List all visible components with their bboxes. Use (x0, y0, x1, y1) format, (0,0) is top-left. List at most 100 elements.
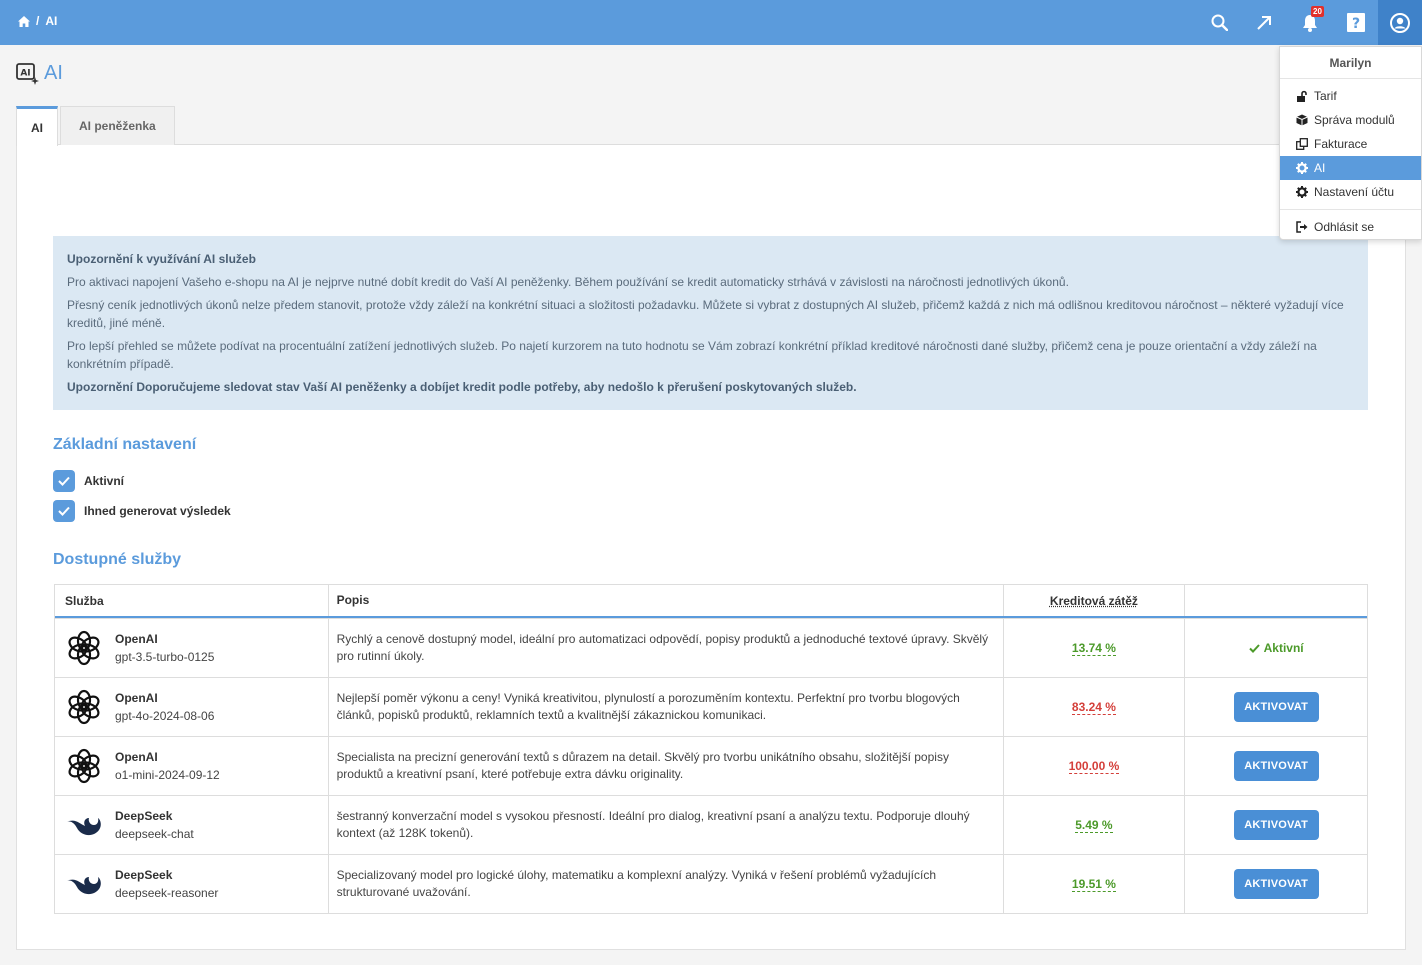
user-dropdown-menu: Marilyn Tarif Správa modulů Fakturace AI… (1279, 46, 1422, 240)
info-alert: Upozornění k využívání AI služeb Pro akt… (53, 236, 1368, 410)
alert-paragraph: Pro lepší přehled se můžete podívat na p… (67, 339, 1317, 371)
menu-item-label: AI (1314, 161, 1326, 175)
service-provider: OpenAI (115, 632, 158, 646)
menu-item-account-settings[interactable]: Nastavení účtu (1280, 180, 1421, 204)
service-description: Nejlepší poměr výkonu a ceny! Vyniká kre… (327, 678, 1003, 736)
credit-load[interactable]: 19.51 % (1071, 877, 1116, 892)
service-model: gpt-4o-2024-08-06 (115, 709, 215, 723)
tab-ai-wallet[interactable]: AI peněženka (60, 106, 175, 145)
menu-item-billing[interactable]: Fakturace (1280, 132, 1421, 156)
page-title: AI AI (16, 62, 63, 85)
credit-load[interactable]: 83.24 % (1071, 700, 1116, 715)
menu-item-label: Tarif (1314, 89, 1337, 103)
check-icon (58, 506, 70, 516)
settings-title: Základní nastavení (53, 436, 197, 453)
column-header-desc: Popis (327, 585, 1003, 616)
tab-ai[interactable]: AI (16, 106, 58, 146)
openai-logo-icon (68, 630, 100, 666)
activate-button[interactable]: AKTIVOVAT (1233, 869, 1319, 899)
table-header: Služba Popis Kreditová zátěž (55, 585, 1367, 618)
alert-paragraph: Pro aktivaci napojení Vašeho e-shopu na … (67, 275, 1069, 289)
open-external-button[interactable] (1241, 0, 1287, 45)
table-row: DeepSeek deepseek-chat šestranný konverza… (55, 795, 1367, 854)
services-table: Služba Popis Kreditová zátěž OpenAI gpt-3… (54, 584, 1368, 914)
breadcrumb-current[interactable]: AI (45, 14, 57, 28)
service-provider: DeepSeek (115, 809, 173, 823)
alert-warning: Upozornění Doporučujeme sledovat stav Va… (67, 380, 857, 394)
gear-icon (1296, 186, 1308, 198)
openai-logo-icon (68, 689, 100, 725)
notification-badge: 20 (1311, 6, 1324, 17)
generate-label: Ihned generovat výsledek (84, 504, 231, 518)
activate-button[interactable]: AKTIVOVAT (1233, 810, 1319, 840)
search-icon (1211, 14, 1228, 31)
menu-item-logout[interactable]: Odhlásit se (1280, 215, 1421, 239)
tab-bar: AI AI peněženka (16, 106, 175, 146)
notifications-button[interactable]: 20 (1287, 0, 1333, 45)
activate-button[interactable]: AKTIVOVAT (1233, 692, 1319, 722)
menu-item-ai[interactable]: AI (1280, 156, 1421, 180)
service-provider: OpenAI (115, 750, 158, 764)
openai-logo-icon (68, 748, 100, 784)
menu-item-label: Odhlásit se (1314, 220, 1375, 234)
breadcrumb-separator: / (36, 14, 40, 28)
activate-button[interactable]: AKTIVOVAT (1233, 751, 1319, 781)
credit-load[interactable]: 5.49 % (1075, 818, 1113, 833)
deepseek-logo-icon (67, 877, 101, 895)
table-row: DeepSeek deepseek-reasoner Specializovaný… (55, 854, 1367, 913)
home-icon[interactable] (18, 15, 30, 27)
user-menu-button[interactable] (1378, 0, 1422, 45)
help-button[interactable]: ? (1333, 0, 1379, 45)
generate-checkbox[interactable] (53, 500, 75, 522)
service-description: Specialista na precizní generování textů… (327, 737, 1003, 795)
active-label: Aktivní (84, 474, 125, 488)
menu-item-tarif[interactable]: Tarif (1280, 84, 1421, 108)
breadcrumb: / AI (18, 14, 57, 28)
service-model: o1-mini-2024-09-12 (115, 768, 220, 782)
sign-out-icon (1296, 221, 1308, 233)
arrow-up-right-icon (1257, 15, 1271, 30)
service-description: Rychlý a cenově dostupný model, ideální … (327, 619, 1003, 677)
cube-icon (1296, 114, 1308, 126)
menu-username: Marilyn (1280, 47, 1421, 79)
svg-text:AI: AI (20, 68, 30, 78)
unlock-icon (1297, 90, 1307, 102)
table-row: OpenAI o1-mini-2024-09-12 Specialista na … (55, 736, 1367, 795)
menu-item-modules[interactable]: Správa modulů (1280, 108, 1421, 132)
credit-load[interactable]: 13.74 % (1071, 641, 1116, 656)
user-circle-icon (1390, 12, 1410, 33)
search-button[interactable] (1196, 0, 1242, 45)
service-provider: OpenAI (115, 691, 158, 705)
service-description: Specializovaný model pro logické úlohy, … (327, 855, 1003, 913)
services-title: Dostupné služby (53, 551, 182, 568)
page-title-text: AI (44, 62, 63, 84)
service-model: deepseek-reasoner (115, 886, 219, 900)
table-row: OpenAI gpt-3.5-turbo-0125 Rychlý a cenově… (55, 618, 1367, 677)
top-bar: / AI 20 ? (0, 0, 1422, 45)
column-header-load: Kreditová zátěž (1002, 585, 1185, 616)
alert-paragraph: Přesný ceník jednotlivých úkonů nelze př… (67, 298, 1344, 330)
deepseek-logo-icon (67, 818, 101, 836)
active-status-label: Aktivní (1263, 641, 1304, 655)
alert-heading: Upozornění k využívání AI služeb (67, 252, 256, 266)
help-icon: ? (1347, 13, 1365, 32)
check-icon (1248, 643, 1260, 653)
svg-text:?: ? (1352, 16, 1360, 32)
active-checkbox[interactable] (53, 470, 75, 492)
active-status: Aktivní (1248, 641, 1304, 655)
active-checkbox-row: Aktivní (53, 470, 124, 492)
service-description: šestranný konverzační model s vysokou př… (327, 796, 1003, 854)
generate-checkbox-row: Ihned generovat výsledek (53, 500, 231, 522)
gear-icon (1296, 162, 1308, 174)
menu-divider (1280, 209, 1421, 210)
menu-item-label: Nastavení účtu (1314, 185, 1395, 199)
check-icon (58, 476, 70, 486)
menu-item-label: Fakturace (1314, 137, 1368, 151)
table-row: OpenAI gpt-4o-2024-08-06 Nejlepší poměr v… (55, 677, 1367, 736)
copy-icon (1296, 138, 1308, 150)
service-provider: DeepSeek (115, 868, 173, 882)
menu-item-label: Správa modulů (1314, 113, 1395, 127)
column-header-service: Služba (65, 593, 104, 608)
credit-load[interactable]: 100.00 % (1068, 759, 1120, 774)
service-model: deepseek-chat (115, 827, 194, 841)
